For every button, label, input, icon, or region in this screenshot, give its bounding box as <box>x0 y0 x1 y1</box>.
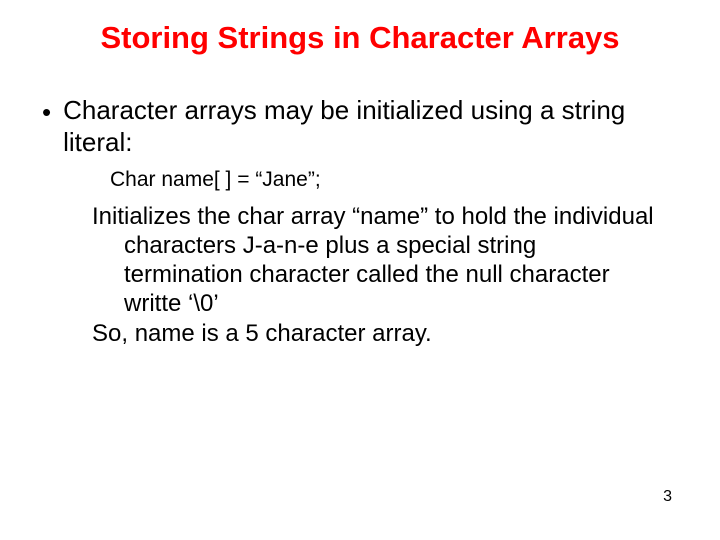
explanation-block: Initializes the char array “name” to hol… <box>92 202 654 318</box>
slide-body: • Character arrays may be initialized us… <box>42 94 664 348</box>
explanation-conclusion: So, name is a 5 character array. <box>92 319 654 348</box>
bullet-text: Character arrays may be initialized usin… <box>63 94 664 158</box>
slide: Storing Strings in Character Arrays • Ch… <box>0 0 720 540</box>
explanation-paragraph: Initializes the char array “name” to hol… <box>92 202 654 348</box>
page-number: 3 <box>663 488 672 506</box>
bullet-marker-icon: • <box>42 96 51 128</box>
code-example: Char name[ ] = “Jane”; <box>110 168 664 192</box>
slide-title: Storing Strings in Character Arrays <box>40 20 680 56</box>
bullet-item: • Character arrays may be initialized us… <box>42 94 664 158</box>
